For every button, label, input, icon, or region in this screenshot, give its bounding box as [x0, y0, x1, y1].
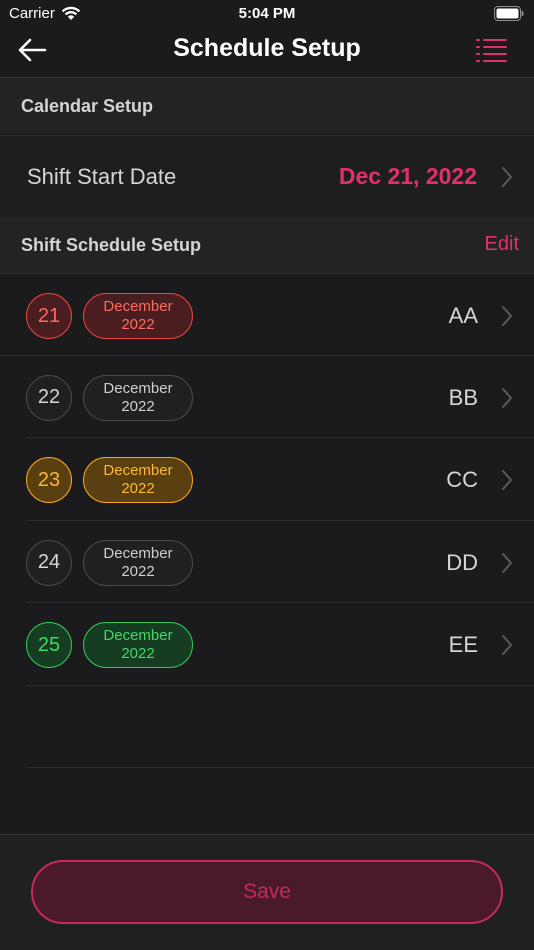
empty-row	[26, 686, 534, 768]
shift-code: CC	[446, 467, 478, 492]
day-number-badge: 21	[26, 293, 72, 339]
month-year-badge: December 2022	[83, 457, 193, 503]
schedule-row[interactable]: 25 December 2022 EE	[26, 603, 534, 686]
schedule-row[interactable]: 24 December 2022 DD	[26, 521, 534, 603]
shift-start-date-value: Dec 21, 2022	[338, 163, 477, 189]
edit-button[interactable]: Edit	[485, 233, 519, 256]
chevron-right-icon	[502, 470, 512, 490]
month-year-badge: December 2022	[83, 622, 193, 668]
footer-bar: Save	[0, 834, 534, 950]
month-label: December	[103, 298, 173, 315]
month-label: December	[103, 462, 173, 479]
schedule-row[interactable]: 23 December 2022 CC	[26, 438, 534, 521]
shift-code: AA	[448, 303, 478, 328]
chevron-right-icon	[502, 306, 512, 326]
save-button[interactable]: Save	[31, 860, 503, 924]
month-year-badge: December 2022	[83, 539, 193, 586]
year-label: 2022	[121, 316, 155, 333]
chevron-right-icon	[502, 552, 512, 573]
shift-schedule-header: Shift Schedule Setup Edit	[0, 217, 534, 273]
calendar-setup-label: Calendar Setup	[21, 96, 154, 116]
navigation-bar: Schedule Setup	[0, 28, 534, 78]
battery-icon	[494, 6, 524, 21]
page-title: Schedule Setup	[173, 34, 361, 62]
year-label: 2022	[121, 397, 155, 415]
back-arrow-icon[interactable]	[16, 37, 48, 63]
month-year-badge: December 2022	[83, 293, 193, 339]
shift-schedule-list: 21 December 2022 AA 22 December 2022 BB …	[0, 273, 534, 768]
shift-code: DD	[446, 549, 478, 575]
chevron-right-icon	[502, 635, 512, 655]
month-label: December	[103, 627, 173, 644]
shift-schedule-label: Shift Schedule Setup	[21, 235, 202, 255]
month-label: December	[103, 379, 173, 397]
year-label: 2022	[121, 562, 155, 580]
schedule-setup-screen: Carrier 5:04 PM Schedule Setup Calendar …	[0, 0, 534, 950]
shift-start-date-label: Shift Start Date	[27, 164, 177, 189]
shift-code: EE	[448, 632, 478, 657]
chevron-right-icon	[502, 387, 512, 408]
day-number-badge: 23	[26, 457, 72, 503]
year-label: 2022	[121, 480, 155, 497]
status-bar: Carrier 5:04 PM	[0, 0, 534, 28]
month-year-badge: December 2022	[83, 374, 193, 421]
day-number-badge: 25	[26, 622, 72, 668]
month-label: December	[103, 544, 173, 562]
chevron-right-icon	[502, 167, 512, 187]
list-menu-icon[interactable]	[476, 37, 508, 63]
day-number-badge: 24	[26, 539, 72, 586]
shift-start-date-row[interactable]: Shift Start Date Dec 21, 2022	[0, 135, 534, 217]
status-time: 5:04 PM	[238, 5, 296, 22]
calendar-setup-header: Calendar Setup	[0, 78, 534, 134]
schedule-row[interactable]: 21 December 2022 AA	[0, 273, 534, 356]
shift-code: BB	[448, 384, 478, 410]
schedule-row[interactable]: 22 December 2022 BB	[26, 356, 534, 438]
day-number-badge: 22	[26, 374, 72, 421]
year-label: 2022	[121, 645, 155, 662]
